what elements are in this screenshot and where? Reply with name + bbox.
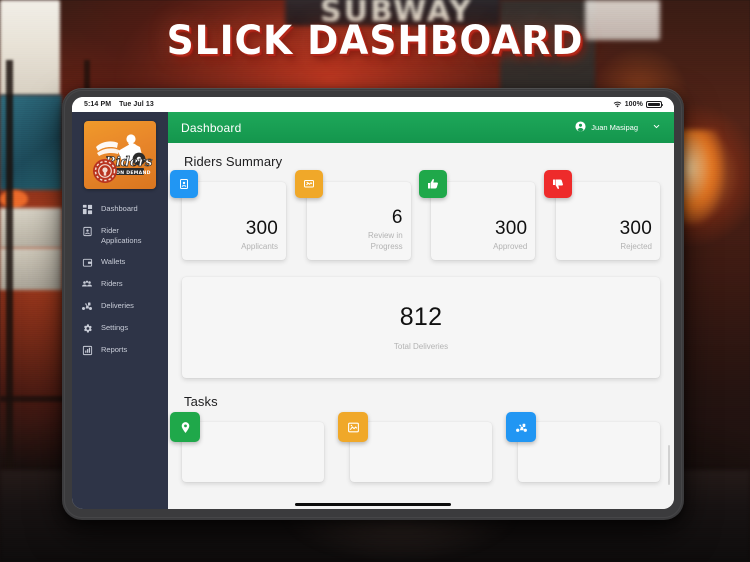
- status-bar-date: Tue Jul 13: [119, 101, 154, 108]
- stat-value-approved: 300: [495, 218, 528, 239]
- page-title: Dashboard: [181, 120, 242, 135]
- tasks-heading: Tasks: [184, 394, 218, 409]
- photo-upload-icon: [338, 412, 368, 442]
- sidebar-item-deliveries[interactable]: Deliveries: [72, 295, 168, 317]
- gear-icon: [81, 322, 93, 334]
- stat-card-applicants[interactable]: 300 Applicants: [170, 170, 286, 260]
- main-column: Dashboard Juan Masipag Riders Summary 30…: [168, 112, 674, 509]
- wallet-icon: [81, 256, 93, 268]
- dashboard-grid-icon: [81, 203, 93, 215]
- tablet-device-frame: 5:14 PM Tue Jul 13 100% Riders ON DEMAND…: [62, 88, 684, 520]
- sidebar-item-wallets[interactable]: Wallets: [72, 251, 168, 273]
- location-pin-icon: [170, 412, 200, 442]
- task-card-3[interactable]: [506, 412, 660, 482]
- stat-label-applicants: Applicants: [241, 242, 278, 251]
- sidebar-logo-wrap: Riders ON DEMAND: [72, 119, 168, 198]
- sidebar-item-reports[interactable]: Reports: [72, 339, 168, 361]
- sidebar-label-wallets: Wallets: [101, 257, 126, 266]
- sidebar-item-settings[interactable]: Settings: [72, 317, 168, 339]
- sidebar-label-reports: Reports: [101, 345, 128, 354]
- account-circle-icon: [575, 121, 586, 134]
- task-card-1[interactable]: [170, 412, 324, 482]
- thumbs-up-icon: [419, 170, 448, 198]
- tablet-screen: 5:14 PM Tue Jul 13 100% Riders ON DEMAND…: [72, 97, 674, 509]
- app-root: Riders ON DEMAND Dashboard Rider Applica…: [72, 112, 674, 509]
- thumbs-down-icon: [543, 170, 572, 198]
- tasks-cards: [170, 412, 660, 482]
- riders-on-demand-logo: Riders ON DEMAND: [84, 121, 156, 189]
- stat-value-applicants: 300: [245, 218, 278, 239]
- screenshot-stage: SUBWAY SLICK DASHBOARD 5:14 PM Tue Jul 1…: [0, 0, 750, 562]
- wifi-icon: [613, 101, 622, 108]
- scooter-delivery-icon: [506, 412, 536, 442]
- scooter-delivery-icon: [81, 300, 93, 312]
- sidebar-item-dashboard[interactable]: Dashboard: [72, 198, 168, 220]
- status-bar-left: 5:14 PM Tue Jul 13: [84, 101, 154, 108]
- sidebar-nav: Dashboard Rider Applications Wallets Rid…: [72, 198, 168, 361]
- id-badge-icon: [81, 225, 93, 237]
- total-deliveries-label: Total Deliveries: [393, 342, 449, 351]
- status-bar-time: 5:14 PM: [84, 101, 112, 108]
- riders-summary-cards: 300 Applicants 6 Review in Progress 300 …: [170, 170, 660, 260]
- stat-card-approved[interactable]: 300 Approved: [419, 170, 536, 260]
- dashboard-content: Riders Summary 300 Applicants 6 Review i…: [168, 143, 674, 509]
- user-menu[interactable]: Juan Masipag: [575, 121, 661, 134]
- people-group-icon: [81, 278, 93, 290]
- review-document-icon: [294, 170, 323, 198]
- app-header-bar: Dashboard Juan Masipag: [168, 112, 674, 143]
- sidebar-label-deliveries: Deliveries: [101, 301, 134, 310]
- battery-full-icon: [646, 101, 664, 108]
- stat-card-rejected[interactable]: 300 Rejected: [543, 170, 660, 260]
- home-indicator[interactable]: [295, 502, 451, 506]
- hero-title: SLICK DASHBOARD: [166, 18, 584, 64]
- sidebar-item-rider-applications[interactable]: Rider Applications: [72, 220, 168, 251]
- sidebar-label-dashboard: Dashboard: [101, 204, 138, 213]
- stat-label-rejected: Rejected: [620, 242, 652, 251]
- logo-artwork: Riders ON DEMAND: [93, 134, 153, 183]
- sidebar-label-riders: Riders: [101, 279, 123, 288]
- ios-status-bar: 5:14 PM Tue Jul 13 100%: [72, 97, 674, 112]
- id-card-icon: [170, 170, 198, 198]
- stat-value-review-in-progress: 6: [391, 207, 403, 228]
- stat-label-review-in-progress: Review in Progress: [367, 231, 403, 251]
- chevron-down-icon[interactable]: [652, 122, 661, 133]
- task-card-2[interactable]: [338, 412, 492, 482]
- status-bar-right: 100%: [613, 101, 664, 108]
- stat-label-approved: Approved: [493, 242, 528, 251]
- sidebar-label-settings: Settings: [101, 323, 129, 332]
- total-deliveries-value: 812: [399, 303, 443, 331]
- sidebar: Riders ON DEMAND Dashboard Rider Applica…: [72, 112, 168, 509]
- riders-summary-heading: Riders Summary: [184, 154, 283, 169]
- user-name-label: Juan Masipag: [591, 123, 638, 132]
- vertical-scrollbar[interactable]: [668, 445, 670, 485]
- sidebar-item-riders[interactable]: Riders: [72, 273, 168, 295]
- stat-card-review-in-progress[interactable]: 6 Review in Progress: [294, 170, 411, 260]
- bar-chart-icon: [81, 344, 93, 356]
- sidebar-label-rider-applications: Rider Applications: [101, 226, 142, 245]
- battery-percent-label: 100%: [624, 101, 643, 108]
- stat-value-rejected: 300: [619, 218, 652, 239]
- svg-text:ON DEMAND: ON DEMAND: [116, 170, 151, 176]
- total-deliveries-card[interactable]: 812 Total Deliveries: [182, 277, 660, 378]
